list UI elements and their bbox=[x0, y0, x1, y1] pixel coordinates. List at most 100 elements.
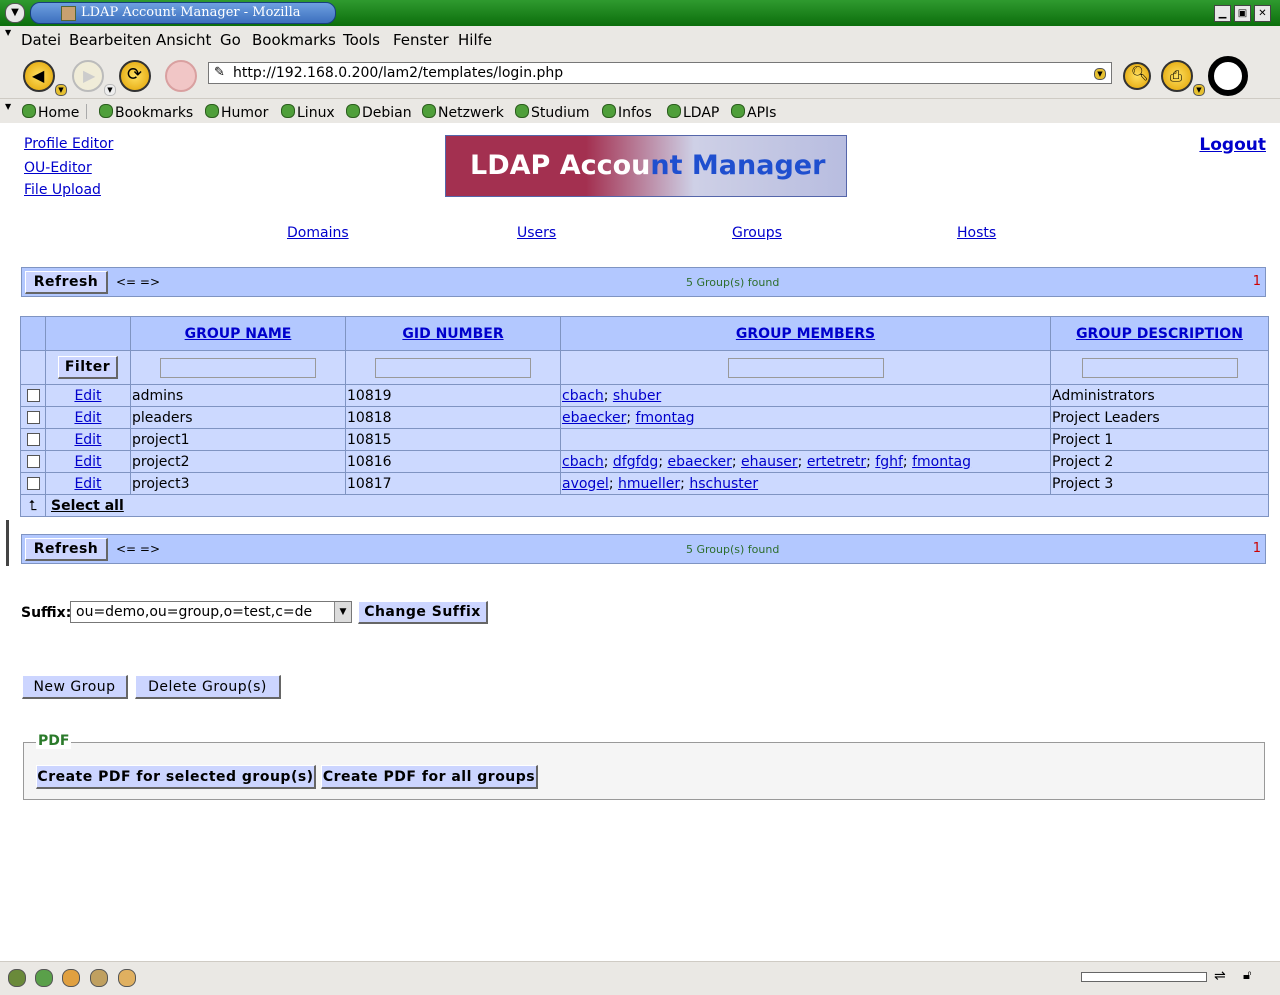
tab-users[interactable]: Users bbox=[517, 225, 556, 241]
maximize-icon[interactable]: ▣ bbox=[1234, 5, 1251, 22]
menu-hilfe[interactable]: Hilfe bbox=[458, 31, 492, 49]
close-icon[interactable]: ✕ bbox=[1254, 5, 1271, 22]
edit-link[interactable]: Edit bbox=[74, 410, 101, 426]
bookmark-home[interactable]: Home bbox=[22, 104, 79, 121]
member-link[interactable]: cbach bbox=[562, 388, 604, 404]
tab-groups[interactable]: Groups bbox=[732, 225, 782, 241]
page-arrows[interactable]: <= => bbox=[116, 542, 160, 556]
addressbook-icon[interactable] bbox=[90, 969, 108, 987]
composer-icon[interactable] bbox=[62, 969, 80, 987]
member-link[interactable]: ertetretr bbox=[807, 454, 866, 470]
change-suffix-button[interactable]: Change Suffix bbox=[358, 601, 488, 624]
sort-group-name-link[interactable]: GROUP NAME bbox=[185, 326, 292, 342]
bookmark-apis[interactable]: APIs bbox=[731, 104, 776, 121]
bookmark-netzwerk[interactable]: Netzwerk bbox=[422, 104, 504, 121]
row-checkbox[interactable] bbox=[26, 433, 40, 446]
sort-gid-number-link[interactable]: GID NUMBER bbox=[402, 326, 503, 342]
row-checkbox[interactable] bbox=[26, 411, 40, 424]
search-icon[interactable]: 🔍︎ bbox=[1123, 62, 1151, 90]
edit-link[interactable]: Edit bbox=[74, 388, 101, 404]
page-arrows[interactable]: <= => bbox=[116, 275, 160, 289]
bookmark-humor[interactable]: Humor bbox=[205, 104, 268, 121]
bookmark-ldap[interactable]: LDAP bbox=[667, 104, 719, 121]
menubar-grippy-icon[interactable]: ▼ bbox=[5, 28, 11, 37]
member-link[interactable]: cbach bbox=[562, 454, 604, 470]
sidebar-grippy[interactable] bbox=[6, 520, 9, 566]
menu-ansicht[interactable]: Ansicht bbox=[156, 31, 211, 49]
forward-icon: ▶ bbox=[72, 60, 104, 92]
back-dropdown-icon[interactable]: ▼ bbox=[55, 84, 67, 96]
member-link[interactable]: hmueller bbox=[618, 476, 680, 492]
delete-groups-button[interactable]: Delete Group(s) bbox=[135, 675, 281, 699]
chevron-down-icon[interactable]: ▼ bbox=[334, 602, 351, 622]
member-link[interactable]: fmontag bbox=[636, 410, 695, 426]
create-pdf-all-button[interactable]: Create PDF for all groups bbox=[321, 765, 538, 789]
lock-icon: 🔓︎ bbox=[1243, 968, 1252, 983]
member-link[interactable]: fghf bbox=[875, 454, 903, 470]
sort-group-description-link[interactable]: GROUP DESCRIPTION bbox=[1076, 326, 1243, 342]
row-checkbox[interactable] bbox=[26, 477, 40, 490]
edit-link[interactable]: Edit bbox=[74, 432, 101, 448]
edit-link[interactable]: Edit bbox=[74, 454, 101, 470]
window-menu-icon[interactable]: ▼ bbox=[5, 3, 25, 23]
url-dropdown-icon[interactable]: ▼ bbox=[1094, 68, 1106, 80]
new-group-button[interactable]: New Group bbox=[22, 675, 128, 699]
navigator-icon[interactable] bbox=[8, 969, 26, 987]
bookmark-studium[interactable]: Studium bbox=[515, 104, 590, 121]
tab-domains[interactable]: Domains bbox=[287, 225, 349, 241]
edit-link[interactable]: Edit bbox=[74, 476, 101, 492]
print-icon[interactable]: ⎙ bbox=[1161, 60, 1193, 92]
menu-go[interactable]: Go bbox=[220, 31, 241, 49]
online-status-icon[interactable]: ⇌ bbox=[1214, 968, 1226, 984]
refresh-button-bottom[interactable]: Refresh bbox=[25, 538, 108, 561]
bookmark-debian[interactable]: Debian bbox=[346, 104, 412, 121]
refresh-button-top[interactable]: Refresh bbox=[25, 271, 108, 294]
page-number[interactable]: 1 bbox=[1253, 541, 1261, 556]
back-icon[interactable]: ◀ bbox=[23, 60, 55, 92]
member-link[interactable]: avogel bbox=[562, 476, 609, 492]
bookmark-infos[interactable]: Infos bbox=[602, 104, 652, 121]
bookmarks-grippy-icon[interactable]: ▼ bbox=[5, 102, 11, 111]
profile-editor-link[interactable]: Profile Editor bbox=[24, 136, 113, 152]
member-link[interactable]: hschuster bbox=[689, 476, 758, 492]
menu-fenster[interactable]: Fenster bbox=[393, 31, 449, 49]
member-link[interactable]: ebaecker bbox=[562, 410, 626, 426]
chat-icon[interactable] bbox=[118, 969, 136, 987]
print-dropdown-icon[interactable]: ▼ bbox=[1193, 84, 1205, 96]
row-checkbox[interactable] bbox=[26, 455, 40, 468]
mail-icon[interactable] bbox=[35, 969, 53, 987]
menu-datei[interactable]: Datei bbox=[21, 31, 61, 49]
page-number[interactable]: 1 bbox=[1253, 274, 1261, 289]
throbber-icon[interactable] bbox=[1208, 56, 1248, 96]
member-link[interactable]: dfgfdg bbox=[613, 454, 658, 470]
create-pdf-selected-button[interactable]: Create PDF for selected group(s) bbox=[36, 765, 316, 789]
row-checkbox[interactable] bbox=[26, 389, 40, 402]
menu-bearbeiten[interactable]: Bearbeiten bbox=[69, 31, 151, 49]
member-link[interactable]: fmontag bbox=[912, 454, 971, 470]
member-link[interactable]: ehauser bbox=[741, 454, 798, 470]
filter-group-description-input[interactable] bbox=[1081, 357, 1238, 378]
filter-gid-number-input[interactable] bbox=[375, 357, 531, 378]
filter-group-members-input[interactable] bbox=[727, 357, 884, 378]
filter-button[interactable]: Filter bbox=[58, 356, 118, 379]
url-input[interactable] bbox=[231, 64, 1095, 82]
file-upload-link[interactable]: File Upload bbox=[24, 182, 101, 198]
bookmark-bookmarks[interactable]: Bookmarks bbox=[99, 104, 193, 121]
bookmark-linux[interactable]: Linux bbox=[281, 104, 335, 121]
sort-group-members-link[interactable]: GROUP MEMBERS bbox=[736, 326, 875, 342]
suffix-select[interactable]: ou=demo,ou=group,o=test,c=de ▼ bbox=[70, 601, 352, 623]
tab-hosts[interactable]: Hosts bbox=[957, 225, 996, 241]
minimize-icon[interactable]: ▁ bbox=[1214, 5, 1231, 22]
member-link[interactable]: shuber bbox=[613, 388, 661, 404]
member-link[interactable]: ebaecker bbox=[667, 454, 731, 470]
filter-group-name-input[interactable] bbox=[160, 357, 316, 378]
home-icon bbox=[22, 104, 36, 118]
logout-link[interactable]: Logout bbox=[1199, 135, 1266, 155]
url-bar[interactable]: ✎ ▼ bbox=[208, 62, 1112, 84]
page-proxy-icon[interactable]: ✎ bbox=[214, 63, 225, 83]
select-all-link[interactable]: Select all bbox=[51, 498, 124, 514]
reload-icon[interactable]: ⟳ bbox=[119, 60, 151, 92]
ou-editor-link[interactable]: OU-Editor bbox=[24, 160, 92, 176]
menu-bookmarks[interactable]: Bookmarks bbox=[252, 31, 336, 49]
menu-tools[interactable]: Tools bbox=[343, 31, 380, 49]
